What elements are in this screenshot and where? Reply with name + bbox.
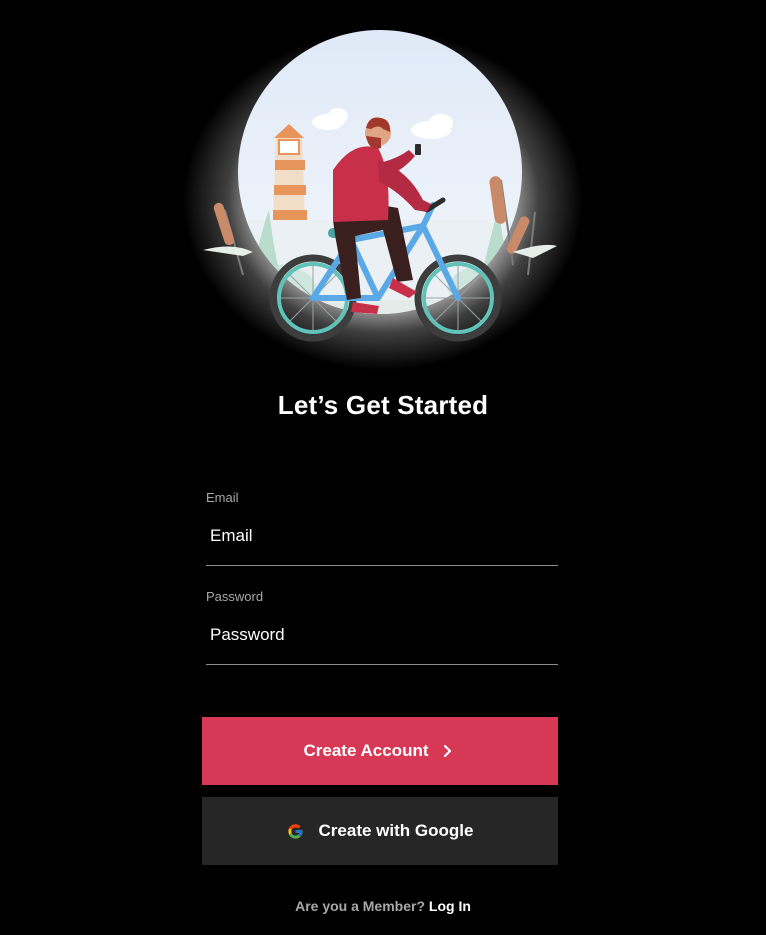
login-link[interactable]: Log In [429,898,471,914]
google-icon [287,822,305,840]
hero-illustration [183,30,583,370]
create-account-button[interactable]: Create Account [202,717,558,785]
create-with-google-label: Create with Google [318,821,474,840]
password-label: Password [206,589,264,604]
email-input[interactable] [206,506,558,566]
email-field-group: Email [206,490,558,566]
signup-page: Let’s Get Started Email Password Create … [0,0,766,935]
chevron-right-icon [439,742,457,760]
login-prompt: Are you a Member? Log In [0,898,766,914]
create-with-google-button[interactable]: Create with Google [202,797,558,865]
password-input[interactable] [206,605,558,665]
member-question: Are you a Member? [295,898,426,914]
page-title: Let’s Get Started [277,390,489,420]
email-label: Email [206,490,239,505]
cyclist-illustration-icon [203,30,557,342]
create-account-label: Create Account [303,741,429,760]
password-field-group: Password [206,589,558,665]
